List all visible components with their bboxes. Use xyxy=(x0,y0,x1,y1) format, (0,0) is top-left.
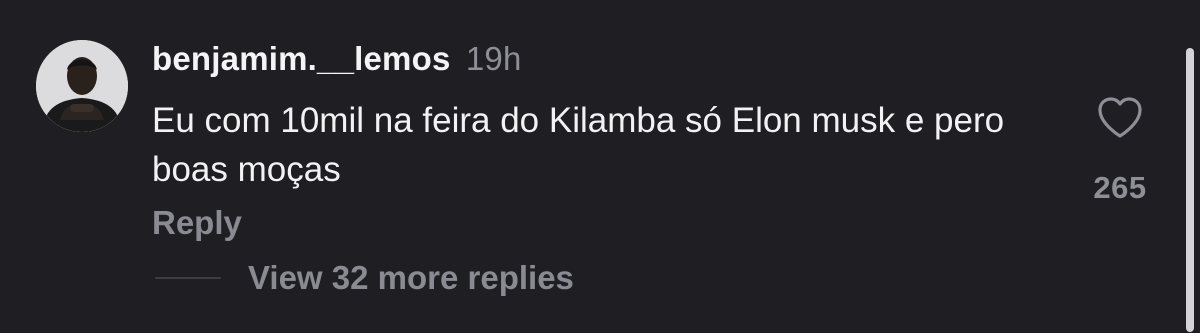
view-more-replies-button[interactable]: View 32 more replies xyxy=(248,259,574,297)
like-count: 265 xyxy=(1093,170,1147,205)
username-link[interactable]: benjamim.__lemos xyxy=(152,40,451,77)
avatar[interactable] xyxy=(36,40,128,132)
replies-divider xyxy=(155,277,221,279)
heart-outline-icon[interactable] xyxy=(1096,96,1144,140)
like-control: 265 xyxy=(1080,96,1160,206)
comment-text: Eu com 10mil na feira do Kilamba só Elon… xyxy=(152,101,1005,189)
avatar-image xyxy=(36,40,128,132)
reply-button[interactable]: Reply xyxy=(152,204,242,242)
comment-header: benjamim.__lemos 19h xyxy=(152,40,522,78)
comment-timestamp: 19h xyxy=(465,40,522,77)
scrollbar[interactable] xyxy=(1186,48,1194,332)
